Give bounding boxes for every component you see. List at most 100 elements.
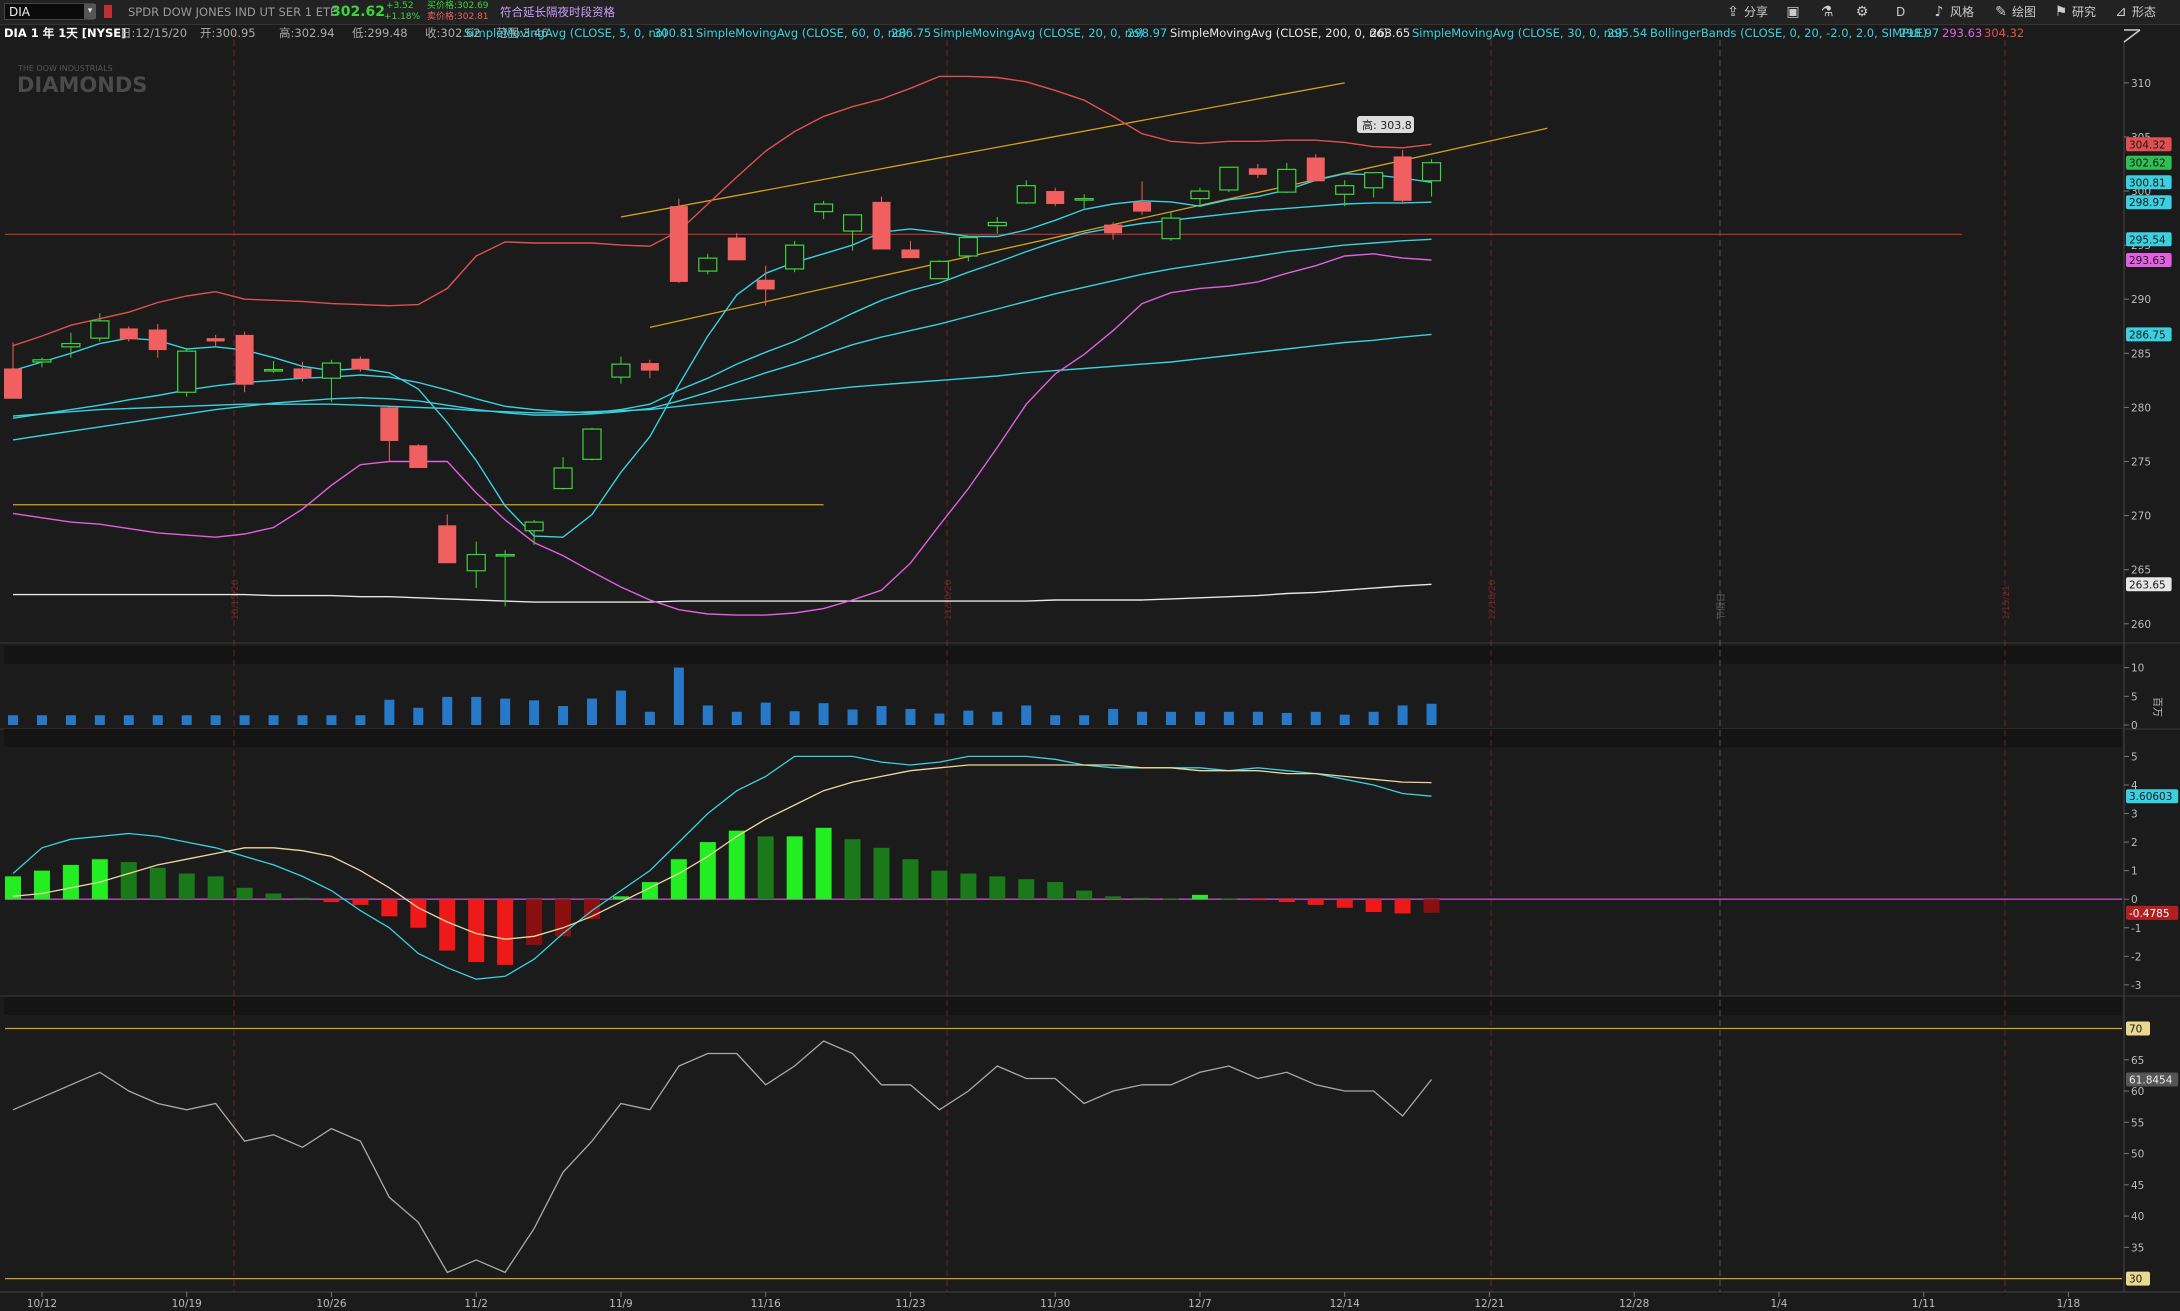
volume-bar <box>1079 715 1090 725</box>
rsi-axis-label: 45 <box>2131 1180 2144 1192</box>
volume-bar <box>731 711 742 725</box>
x-axis-label: 10/26 <box>316 1298 347 1310</box>
candle-body <box>669 206 688 282</box>
volume-bar <box>789 711 800 725</box>
study-sma20-label[interactable]: SimpleMovingAvg (CLOSE, 20, 0, no) <box>933 24 1144 42</box>
volume-bar <box>1223 711 1234 725</box>
study-sma30-label[interactable]: SimpleMovingAvg (CLOSE, 30, 0, no) <box>1412 24 1623 42</box>
gear-icon[interactable]: ⚙ <box>1853 0 1871 24</box>
ohlc-low: 低:299.48 <box>352 26 408 40</box>
candle-body <box>321 362 342 379</box>
candle-body <box>1335 185 1355 195</box>
price-tag: 263.65 <box>2129 579 2166 591</box>
price-axis-label: 305 <box>2131 132 2151 144</box>
share-icon[interactable]: ⇪ <box>1724 0 1742 24</box>
macd-diff-bar <box>584 899 600 920</box>
research-icon[interactable]: ⚑ <box>2052 0 2070 24</box>
volume-bar <box>1166 711 1176 725</box>
volume-bar <box>123 715 134 725</box>
candle-body <box>1306 157 1325 182</box>
rsi-value: 61.8454 <box>201 999 249 1013</box>
ask-price: 卖价格:302.81 <box>427 12 489 22</box>
x-axis-label: 1/11 <box>1912 1298 1936 1310</box>
macd-diff-bar <box>699 842 716 900</box>
candle-body <box>1277 168 1297 193</box>
rsi-line <box>12 1040 1433 1274</box>
x-axis-label: 11/9 <box>609 1298 633 1310</box>
candle-body <box>4 368 22 399</box>
volume-bar <box>847 709 858 725</box>
study-sma200-label[interactable]: SimpleMovingAvg (CLOSE, 200, 0, no) <box>1170 24 1388 42</box>
style-icon[interactable]: ♪ <box>1930 0 1948 24</box>
drawing-button[interactable]: 绘图 <box>2012 0 2036 24</box>
macd-value: 3.60603 <box>198 731 246 745</box>
rsi-axis-label: 50 <box>2131 1149 2144 1161</box>
macd-line <box>12 764 1432 940</box>
collapse-icon[interactable] <box>2123 29 2141 43</box>
patterns-button[interactable]: 形态 <box>2132 0 2156 24</box>
volume-bar <box>181 715 192 725</box>
price-axis-label: 295 <box>2131 240 2151 252</box>
volume-bar <box>673 667 684 725</box>
volume-bar <box>1339 714 1350 725</box>
extended-hours-label: 符合延长隔夜时段资格 <box>500 5 615 19</box>
symbol-description: SPDR DOW JONES IND UT SER 1 ETF <box>128 5 337 19</box>
macd-diff-bar <box>815 827 832 900</box>
study-sma5-label[interactable]: SimpleMovingAvg (CLOSE, 5, 0, no) <box>464 24 667 42</box>
x-axis-label: 11/16 <box>751 1298 782 1310</box>
macd-label[interactable]: MACD (12, 26, 9, EXPONENTIAL, no) <box>8 730 216 747</box>
rsi-label[interactable]: RSI (14, 70, 30, CLOSE, WILDERS, no) <box>8 998 224 1015</box>
rsi-level-tag: 30 <box>2129 1274 2142 1286</box>
volume-bar <box>297 715 308 725</box>
pencil-icon[interactable]: ✎ <box>1992 0 2010 24</box>
macd-diff-bar <box>381 899 398 917</box>
candle-body <box>32 359 52 363</box>
x-axis-label: 1/4 <box>1770 1298 1787 1310</box>
save-icon[interactable]: ▣ <box>1784 0 1802 24</box>
rsi-axis-label: 55 <box>2131 1117 2144 1129</box>
symbol-input[interactable]: DIA <box>4 3 94 20</box>
volume-bar <box>1368 711 1379 725</box>
macd-diff-bar <box>641 882 658 900</box>
macd-diff-bar <box>612 896 629 900</box>
candle-body <box>177 350 197 393</box>
ohlc-open: 开:300.95 <box>200 26 256 40</box>
research-button[interactable]: 研究 <box>2072 0 2096 24</box>
rsi-level-tag-bg <box>2126 1271 2150 1286</box>
volume-bar <box>905 708 916 725</box>
vertical-marker-label: 10/15/20 <box>231 579 241 620</box>
macd-diff-bar <box>1018 879 1035 900</box>
macd-diff-bar <box>265 893 282 900</box>
study-line <box>12 253 1432 616</box>
study-sma200-value: 263.65 <box>1370 26 1411 40</box>
candle-body <box>987 221 1007 227</box>
price-tag-bg <box>2126 252 2172 267</box>
x-axis-bg <box>0 1292 2180 1311</box>
timeframe-button[interactable]: D <box>1896 0 1905 24</box>
volume-bar <box>1021 705 1032 725</box>
symbol-dropdown-icon[interactable]: ▾ <box>84 4 96 19</box>
price-axis-label: 265 <box>2131 565 2151 577</box>
candle-body <box>235 334 254 385</box>
macd-diff-bar <box>1047 882 1064 900</box>
study-sma20-value: 298.97 <box>1127 26 1168 40</box>
style-button[interactable]: 风格 <box>1950 0 1974 24</box>
trend-line <box>649 127 1548 328</box>
volume-bar <box>442 696 453 725</box>
flask-icon[interactable]: ⚗ <box>1818 0 1836 24</box>
macd-diff-bar <box>555 899 572 937</box>
share-button[interactable]: 分享 <box>1744 0 1768 24</box>
candle-body <box>842 214 863 232</box>
study-bollinger-label[interactable]: BollingerBands (CLOSE, 0, 20, -2.0, 2.0,… <box>1650 24 1927 42</box>
macd-axis-label: 4 <box>2131 780 2138 792</box>
study-sma5-value: 300.81 <box>654 26 695 40</box>
volume-bar <box>760 702 771 725</box>
volume-unit: 百万 <box>2151 697 2163 717</box>
flag-icon[interactable] <box>104 5 112 18</box>
patterns-icon[interactable]: ⊿ <box>2112 0 2130 24</box>
study-sma60-label[interactable]: SimpleMovingAvg (CLOSE, 60, 0, no) <box>696 24 907 42</box>
volume-bar <box>65 715 76 725</box>
macd-diff-bar <box>1365 899 1382 913</box>
macd-avg-value: 4.08459 <box>246 731 294 745</box>
volume-bar <box>152 715 163 725</box>
